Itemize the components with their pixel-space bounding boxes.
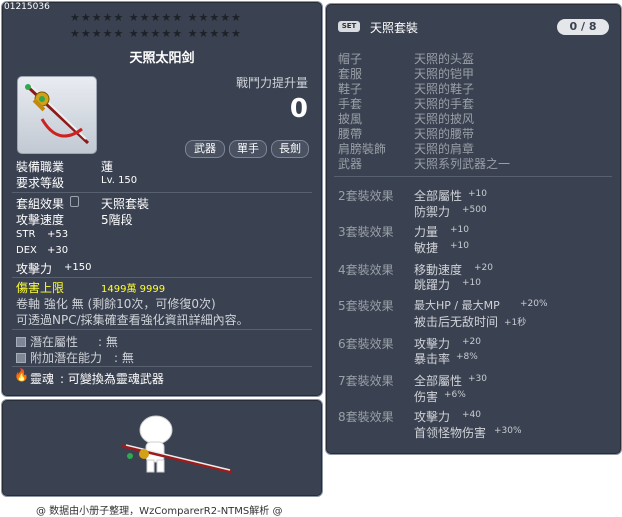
stat-value: +30 — [47, 245, 69, 256]
set-effect-value: +10 — [462, 278, 481, 288]
additional-potential-label: 附加潛在能力 — [30, 351, 103, 365]
divider — [12, 277, 312, 278]
set-count: 0 / 8 — [557, 19, 609, 35]
soul-label: 靈魂 — [30, 372, 55, 386]
set-effect-stat: 全部屬性 — [414, 189, 463, 203]
stat-label: DEX — [16, 245, 37, 256]
potential-value: : 無 — [98, 335, 118, 349]
set-effect-stat: 伤害 — [414, 390, 439, 404]
set-effect-tier: 6套裝效果 — [338, 337, 394, 351]
req-level-label: 要求等級 — [16, 176, 65, 190]
set-effect-value: +8% — [456, 352, 478, 362]
set-effect-stat: 最大HP / 最大MP — [414, 299, 500, 312]
set-effect-value: +500 — [462, 205, 487, 215]
divider — [334, 176, 612, 177]
divider — [12, 329, 312, 330]
set-effect-value: +6% — [444, 390, 466, 400]
item-tooltip-panel: 01215036 ★★★★★ ★★★★★ ★★★★★ ★★★★★ ★★★★★ ★… — [1, 1, 323, 397]
upgrade-info: 卷軸 強化 無 (剩餘10次，可修復0次) — [16, 297, 216, 311]
set-badge: SET — [338, 21, 360, 32]
set-info-panel: SET 天照套裝 0 / 8 帽子 天照的头盔 套服 天照的铠甲 鞋子 天照的鞋… — [325, 3, 622, 455]
set-effect-stat: 被击后无敌时间 — [414, 315, 499, 329]
set-effect-stat: 跳躍力 — [414, 278, 451, 292]
power-label: 戰鬥力提升量 — [235, 76, 308, 90]
star-row-2: ★★★★★ ★★★★★ ★★★★★ — [70, 27, 242, 40]
set-effect-stat: 暴击率 — [414, 352, 451, 366]
power-value: 0 — [289, 94, 308, 124]
stat-label: 攻擊力 — [16, 262, 53, 276]
set-effect-value: +20 — [462, 337, 481, 347]
footer-credit: @ 数据由小册子整理，WzComparerR2-NTMS解析 @ — [36, 506, 283, 517]
set-name: 天照套裝 — [370, 21, 419, 35]
attack-speed-label: 攻擊速度 — [16, 213, 65, 227]
set-effect-value: +10 — [450, 241, 469, 251]
additional-potential-value: : 無 — [114, 351, 134, 365]
req-level-value: Lv. 150 — [101, 175, 138, 186]
set-effect-stat: 力量 — [414, 225, 439, 239]
set-effect-value: +10 — [468, 189, 487, 199]
sword-icon — [25, 84, 90, 145]
set-effect-stat: 首领怪物伤害 — [414, 426, 487, 440]
character-preview-icon — [121, 415, 233, 474]
set-effect-label: 套組效果 — [16, 197, 65, 211]
attack-speed-value: 5階段 — [101, 213, 133, 227]
tag-long-sword: 長劍 — [271, 140, 309, 158]
set-effect-value: +1秒 — [504, 318, 527, 328]
stat-value: +53 — [47, 229, 69, 240]
set-effect-value: +30 — [468, 374, 487, 384]
damage-cap-value: 1499萬 9999 — [101, 284, 166, 295]
set-effect-tier: 5套裝效果 — [338, 299, 394, 313]
set-effect-tier: 4套裝效果 — [338, 263, 394, 277]
item-code: 01215036 — [4, 2, 50, 12]
divider — [12, 192, 312, 193]
additional-potential-icon — [16, 353, 26, 363]
item-name: 天照太阳剑 — [129, 51, 195, 66]
damage-cap-label: 傷害上限 — [16, 281, 65, 295]
set-effect-value: +40 — [462, 410, 481, 420]
set-effect-value: +20% — [520, 299, 548, 309]
req-job-value: 蓮 — [101, 160, 114, 174]
set-effect-value: +10 — [450, 225, 469, 235]
set-effect-tier: 3套裝效果 — [338, 225, 394, 239]
set-effect-stat: 全部屬性 — [414, 374, 463, 388]
potential-label: 潛在屬性 — [30, 335, 79, 349]
tag-weapon: 武器 — [185, 140, 225, 158]
soul-flame-icon: 🔥 — [14, 368, 29, 382]
item-icon-frame — [17, 76, 97, 154]
set-effect-value: 天照套裝 — [101, 197, 150, 211]
set-effect-stat: 攻擊力 — [414, 410, 451, 424]
divider — [12, 366, 312, 367]
set-effect-stat: 防禦力 — [414, 205, 451, 219]
set-effect-stat: 敏捷 — [414, 241, 439, 255]
character-preview-panel — [1, 399, 323, 497]
set-effect-value: +20 — [474, 263, 493, 273]
set-effect-tier: 2套裝效果 — [338, 189, 394, 203]
stat-label: STR — [16, 229, 36, 240]
set-piece-slot: 武器 — [338, 157, 363, 171]
potential-icon — [16, 337, 26, 347]
npc-info: 可透過NPC/採集確查看強化資訊詳細內容。 — [16, 313, 249, 327]
info-icon[interactable] — [70, 196, 79, 207]
set-effect-tier: 8套裝效果 — [338, 410, 394, 424]
set-effect-value: +30% — [494, 426, 522, 436]
set-effect-tier: 7套裝效果 — [338, 374, 394, 388]
req-job-label: 裝備職業 — [16, 160, 65, 174]
set-piece-name: 天照系列武器之一 — [414, 157, 511, 171]
tag-one-handed: 單手 — [229, 140, 267, 158]
stat-value: +150 — [64, 262, 92, 273]
star-row-1: ★★★★★ ★★★★★ ★★★★★ — [70, 11, 242, 24]
soul-value: : 可變換為靈魂武器 — [60, 372, 164, 386]
